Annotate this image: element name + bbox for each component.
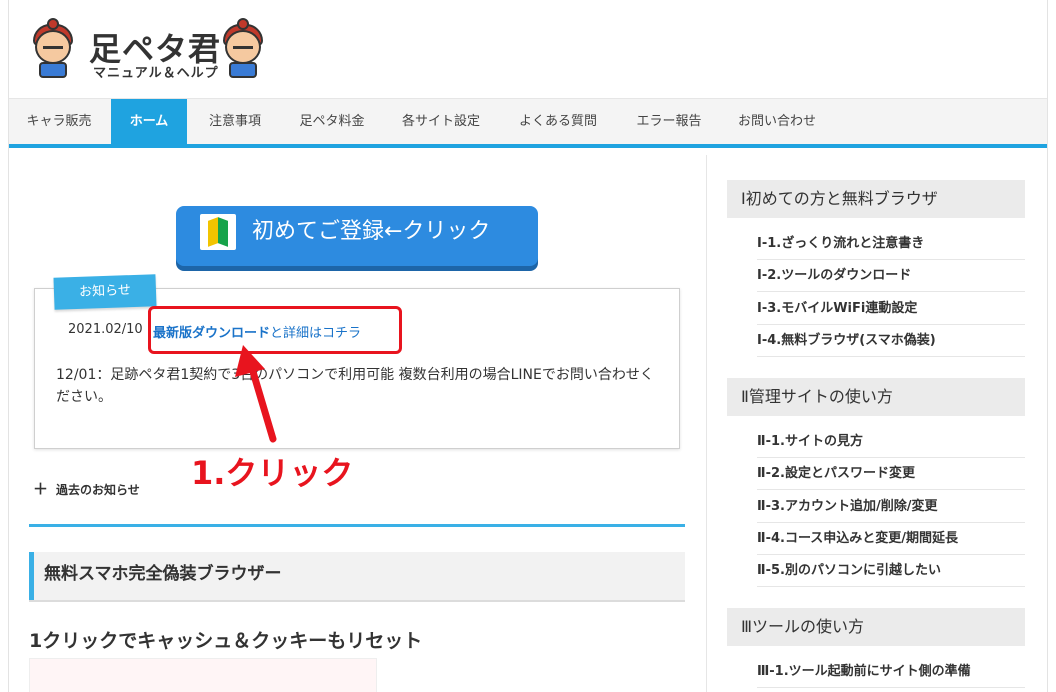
plus-icon: ＋ [33,480,49,498]
main-nav: キャラ販売 ホーム 注意事項 足ペタ料金 各サイト設定 よくある質問 エラー報告… [9,98,1047,145]
register-button[interactable]: 初めてご登録←クリック [176,206,538,266]
mascot-right-icon [219,18,267,78]
site-logo[interactable]: 足ペタ君 マニュアル＆ヘルプ [29,18,279,82]
notice-text: 12/01：足跡ペタ君1契約で3台のパソコンで利用可能 複数台利用の場合LINE… [56,367,654,405]
sidebar-item-2-3[interactable]: Ⅱ-3.アカウント追加/削除/変更 [757,491,1025,523]
nav-item-error-report[interactable]: エラー報告 [623,99,715,145]
sub-heading: 1クリックでキャッシュ＆クッキーもリセット [29,630,423,652]
nav-item-home[interactable]: ホーム [111,99,187,145]
nav-item-chara-sales[interactable]: キャラ販売 [9,99,109,145]
notice-date: 2021.02/10 [68,322,143,337]
nav-item-pricing[interactable]: 足ペタ料金 [285,99,379,145]
nav-item-faq[interactable]: よくある質問 [503,99,613,145]
sidebar-item-3-1[interactable]: Ⅲ-1.ツール起動前にサイト側の準備 [757,656,1025,688]
annotation-click-label: 1.クリック [191,454,354,492]
mascot-left-icon [29,18,77,78]
nav-item-cautions[interactable]: 注意事項 [195,99,275,145]
sidebar-item-2-4[interactable]: Ⅱ-4.コース申込みと変更/期間延長 [757,523,1025,555]
past-news-link[interactable]: ＋ 過去のお知らせ [33,478,140,499]
past-news-label: 過去のお知らせ [56,483,140,497]
sidebar-item-2-2[interactable]: Ⅱ-2.設定とパスワード変更 [757,458,1025,490]
sidebar-item-2-5[interactable]: Ⅱ-5.別のパソコンに引越したい [757,555,1025,587]
site-header: 足ペタ君 マニュアル＆ヘルプ [9,0,1047,98]
sidebar-item-1-4[interactable]: Ⅰ-4.無料ブラウザ(スマホ偽装) [757,325,1025,357]
logo-subtitle: マニュアル＆ヘルプ [93,66,219,81]
nav-accent-line [9,144,1047,148]
sidebar-item-1-1[interactable]: Ⅰ-1.ざっくり流れと注意書き [757,228,1025,260]
sidebar-item-1-3[interactable]: Ⅰ-3.モバイルWiFi連動設定 [757,293,1025,325]
nav-item-contact[interactable]: お問い合わせ [725,99,829,145]
sidebar-item-1-2[interactable]: Ⅰ-2.ツールのダウンロード [757,260,1025,292]
register-button-label: 初めてご登録←クリック [252,219,491,244]
section-heading: 無料スマホ完全偽装ブラウザー [29,552,685,600]
content-image-placeholder [29,658,377,692]
notice-label: お知らせ [53,274,157,310]
annotation-arrow-icon [235,345,277,443]
main-content: 初めてご登録←クリック お知らせ 2021.02/10 最新版ダウンロードと詳細… [9,155,707,692]
sidebar-heading-2: Ⅱ管理サイトの使い方 [727,378,1025,416]
sidebar-heading-3: Ⅲツールの使い方 [727,608,1025,646]
section-divider [29,524,685,527]
sidebar-item-2-1[interactable]: Ⅱ-1.サイトの見方 [757,426,1025,458]
nav-item-site-settings[interactable]: 各サイト設定 [389,99,493,145]
beginner-mark-icon [200,214,236,250]
sidebar-heading-1: Ⅰ初めての方と無料ブラウザ [727,180,1025,218]
